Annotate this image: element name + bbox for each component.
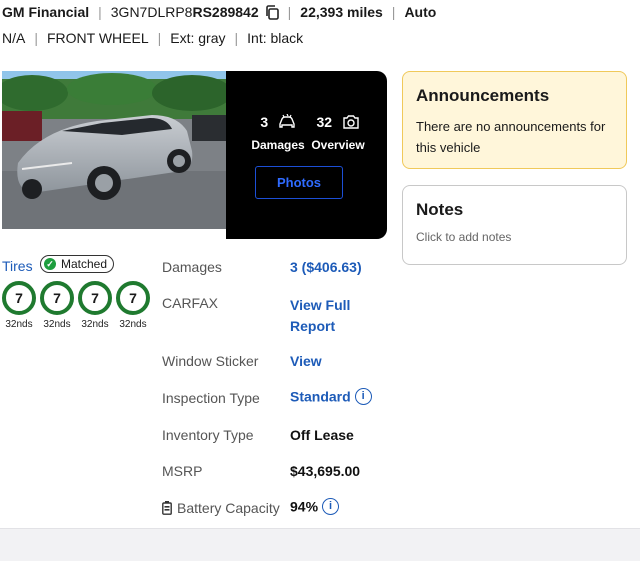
tire-tread-3: 7 32nds [78, 281, 112, 330]
damages-label: Damages [162, 259, 222, 275]
separator: | [234, 30, 239, 46]
vin: 3GN7DLRP8RS289842 [111, 4, 259, 20]
info-icon[interactable]: i [354, 387, 372, 405]
camera-icon [342, 115, 359, 129]
tire-tread-value: 7 [116, 281, 150, 315]
vehicle-header-row: GM Financial | 3GN7DLRP8RS289842 | 22,39… [2, 3, 436, 21]
matched-badge: ✓ Matched [40, 255, 115, 273]
tire-tread-unit: 32nds [81, 319, 109, 330]
car-damage-icon [278, 113, 295, 128]
vin-suffix: RS289842 [192, 4, 259, 20]
media-panel: 3 Damages 32 Overview Photos [226, 71, 387, 239]
separator: | [287, 4, 292, 20]
inventory-type-value: Off Lease [290, 427, 354, 443]
damages-label: Damages [251, 138, 305, 152]
carfax-label: CARFAX [162, 295, 219, 311]
tire-tread-value: 7 [78, 281, 112, 315]
overview-count: 32 [316, 113, 333, 130]
separator: | [157, 30, 162, 46]
carfax-link-line2: Report [290, 318, 336, 334]
interior-color: Int: black [247, 30, 304, 46]
tire-tread-value: 7 [40, 281, 74, 315]
notes-card[interactable]: Notes Click to add notes [402, 185, 627, 265]
window-sticker-label: Window Sticker [162, 353, 259, 369]
vin-prefix: 3GN7DLRP8 [110, 4, 193, 20]
spec-na: N/A [2, 30, 26, 46]
carfax-report-link[interactable]: View Full Report [290, 295, 350, 337]
tire-tread-unit: 32nds [119, 319, 147, 330]
overview-stat[interactable]: 32 Overview [308, 113, 368, 152]
notes-placeholder[interactable]: Click to add notes [416, 227, 621, 248]
transmission: Auto [404, 4, 437, 20]
vehicle-spec-row: N/A | FRONT WHEEL | Ext: gray | Int: bla… [2, 29, 303, 47]
tire-tread-2: 7 32nds [40, 281, 74, 330]
separator: | [98, 4, 102, 20]
mileage: 22,393 miles [300, 4, 383, 20]
battery-capacity-text: 94% [290, 498, 319, 515]
announcements-title: Announcements [416, 86, 550, 105]
matched-label: Matched [61, 257, 108, 271]
car-image [2, 71, 226, 229]
battery-icon [162, 501, 172, 515]
damages-link[interactable]: 3 ($406.63) [290, 259, 362, 275]
inventory-type-label: Inventory Type [162, 427, 254, 443]
check-icon: ✓ [44, 258, 56, 270]
separator: | [391, 4, 396, 20]
notes-title: Notes [416, 200, 464, 219]
footer-strip [0, 528, 640, 561]
announcements-card: Announcements There are no announcements… [402, 71, 627, 169]
battery-capacity-value: 94% i [290, 497, 340, 515]
vehicle-photo[interactable] [2, 71, 226, 229]
tires-label: Tires [2, 258, 33, 274]
drive-type: FRONT WHEEL [46, 30, 149, 46]
damages-count: 3 [260, 113, 269, 130]
exterior-color: Ext: gray [170, 30, 226, 46]
seller-name: GM Financial [2, 4, 90, 20]
copy-icon[interactable] [265, 4, 279, 20]
inspection-type-text: Standard [290, 388, 351, 405]
overview-label: Overview [311, 138, 365, 152]
tire-tread-1: 7 32nds [2, 281, 36, 330]
separator: | [34, 30, 38, 46]
info-icon[interactable]: i [322, 497, 340, 515]
photos-button[interactable]: Photos [255, 166, 343, 199]
tire-tread-4: 7 32nds [116, 281, 150, 330]
battery-capacity-row-label: Battery Capacity [162, 500, 280, 516]
damages-stat[interactable]: 3 Damages [248, 113, 308, 152]
inspection-type-value[interactable]: Standard i [290, 387, 372, 405]
battery-capacity-label: Battery Capacity [177, 500, 280, 516]
msrp-value: $43,695.00 [290, 463, 361, 479]
msrp-label: MSRP [162, 463, 203, 479]
tire-tread-unit: 32nds [43, 319, 71, 330]
tire-tread-value: 7 [2, 281, 36, 315]
announcements-body: There are no announcements for this vehi… [416, 119, 606, 155]
carfax-link-line1: View Full [290, 297, 351, 313]
window-sticker-link[interactable]: View [290, 353, 322, 369]
inspection-type-label: Inspection Type [162, 390, 260, 406]
tire-tread-unit: 32nds [5, 319, 33, 330]
